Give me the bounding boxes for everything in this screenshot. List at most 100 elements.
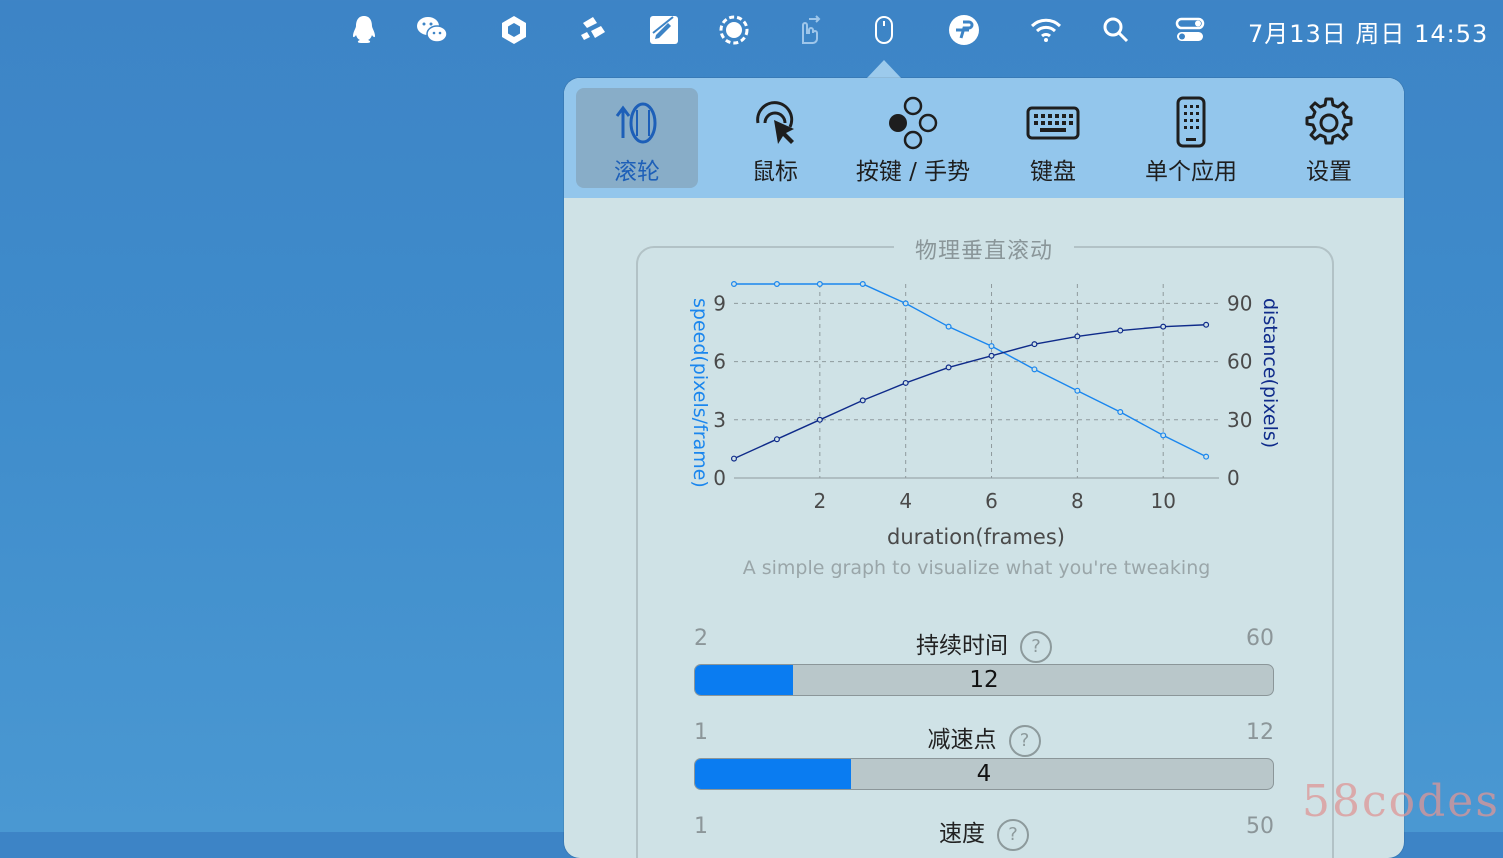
slider-max: 12 bbox=[1246, 720, 1274, 745]
data-point bbox=[730, 280, 737, 288]
x-tick-label: 6 bbox=[985, 489, 998, 513]
chart-series bbox=[730, 280, 1210, 462]
slider-label-text: 持续时间 bbox=[916, 633, 1008, 659]
slider-label-text: 速度 bbox=[939, 821, 985, 847]
data-point bbox=[1031, 341, 1038, 348]
tab-label: 设置 bbox=[1306, 159, 1352, 185]
x-tick-label: 8 bbox=[1071, 489, 1084, 513]
qq-icon[interactable] bbox=[346, 12, 382, 48]
menu-bar: 7月13日 周日 14:53 bbox=[0, 0, 1503, 60]
cursor-click-icon bbox=[756, 101, 794, 144]
tab-per-app[interactable]: 单个应用 bbox=[1130, 88, 1252, 188]
tab-label: 鼠标 bbox=[752, 159, 798, 185]
tab-settings[interactable]: 设置 bbox=[1268, 88, 1390, 188]
scroll-wheel-icon bbox=[615, 102, 657, 144]
data-point bbox=[859, 280, 866, 288]
slider-value: 12 bbox=[969, 667, 999, 693]
mouse-icon[interactable] bbox=[866, 12, 902, 48]
data-point bbox=[1160, 323, 1167, 330]
data-point bbox=[730, 455, 737, 462]
y-right-tick-label: 60 bbox=[1227, 350, 1252, 374]
data-point bbox=[1160, 432, 1167, 439]
data-point bbox=[1074, 387, 1081, 394]
menu-clock[interactable]: 7月13日 周日 14:53 bbox=[1248, 14, 1488, 49]
tab-bar: 滚轮 鼠标 按键 / 手势 键盘 单个应用 设置 bbox=[564, 78, 1404, 198]
tab-buttons-gestures[interactable]: 按键 / 手势 bbox=[852, 88, 974, 188]
buttons-gesture-icon bbox=[889, 96, 938, 150]
slider-label: 速度? bbox=[694, 814, 1274, 851]
chart-caption: A simple graph to visualize what you're … bbox=[742, 557, 1211, 579]
series-line bbox=[734, 283, 1207, 458]
y-left-tick-label: 6 bbox=[713, 350, 726, 374]
slider-label-text: 减速点 bbox=[927, 727, 997, 753]
y-right-tick-label: 90 bbox=[1227, 291, 1252, 315]
keyboard-icon bbox=[1026, 106, 1080, 140]
data-point bbox=[902, 300, 909, 307]
y-axis-right-label: distance(pixels) bbox=[1259, 298, 1281, 448]
popover-arrow bbox=[866, 60, 902, 79]
data-point bbox=[1203, 321, 1210, 328]
y-right-tick-label: 0 bbox=[1227, 466, 1240, 490]
chart-grid bbox=[734, 284, 1219, 479]
data-point bbox=[988, 352, 995, 359]
wifi-icon[interactable] bbox=[1028, 12, 1064, 48]
chart-ticks: 2 4 6 8 1003690306090 bbox=[713, 291, 1252, 513]
data-point bbox=[816, 416, 823, 423]
gear-icon bbox=[1305, 97, 1353, 145]
tab-label: 按键 / 手势 bbox=[855, 159, 971, 185]
settings-popover: 滚轮 鼠标 按键 / 手势 键盘 单个应用 设置 物理垂直滚动 2 4 6 8 … bbox=[564, 78, 1404, 858]
slider-max: 50 bbox=[1246, 814, 1274, 839]
tab-scroll[interactable]: 滚轮 bbox=[576, 88, 698, 188]
phone-app-icon bbox=[1176, 96, 1206, 148]
tab-label: 单个应用 bbox=[1145, 159, 1237, 185]
data-point bbox=[1074, 333, 1081, 340]
section-title: 物理垂直滚动 bbox=[894, 233, 1074, 265]
speed-distance-chart: 2 4 6 8 1003690306090 speed(pixels/frame) di… bbox=[689, 280, 1281, 549]
data-point bbox=[945, 323, 952, 330]
data-point bbox=[773, 280, 780, 288]
y-left-tick-label: 0 bbox=[713, 466, 726, 490]
data-point bbox=[1117, 327, 1124, 334]
tab-mouse[interactable]: 鼠标 bbox=[714, 88, 836, 188]
data-point bbox=[773, 436, 780, 443]
touch-hand-icon[interactable] bbox=[790, 12, 826, 48]
bolt-app-icon[interactable] bbox=[576, 12, 612, 48]
hexagon-app-icon[interactable] bbox=[496, 12, 532, 48]
x-axis-label: duration(frames) bbox=[887, 525, 1065, 549]
data-point bbox=[859, 397, 866, 404]
slider-label: 减速点? bbox=[694, 720, 1274, 757]
pin-app-icon[interactable] bbox=[946, 12, 982, 48]
y-left-tick-label: 9 bbox=[713, 291, 726, 315]
data-point bbox=[1117, 409, 1124, 416]
y-right-tick-label: 30 bbox=[1227, 408, 1252, 432]
help-icon[interactable]: ? bbox=[1020, 630, 1052, 663]
data-point bbox=[816, 280, 823, 288]
slider-value: 4 bbox=[976, 761, 992, 787]
data-point bbox=[945, 364, 952, 371]
data-point bbox=[1031, 366, 1038, 373]
y-left-tick-label: 3 bbox=[713, 408, 726, 432]
data-point bbox=[902, 379, 909, 386]
help-icon[interactable]: ? bbox=[1008, 724, 1041, 757]
slider-label: 持续时间? bbox=[694, 626, 1274, 663]
wechat-icon[interactable] bbox=[414, 12, 450, 48]
x-tick-label: 10 bbox=[1150, 489, 1175, 513]
watermark: 58codes bbox=[1302, 776, 1500, 827]
control-center-icon[interactable] bbox=[1172, 12, 1208, 48]
tab-label: 滚轮 bbox=[614, 159, 660, 185]
x-tick-label: 2 bbox=[813, 489, 826, 513]
slider-max: 60 bbox=[1246, 626, 1274, 651]
tab-keyboard[interactable]: 键盘 bbox=[992, 88, 1114, 188]
deceleration-slider[interactable]: 4 bbox=[694, 758, 1274, 790]
help-icon[interactable]: ? bbox=[997, 818, 1029, 851]
x-tick-label: 4 bbox=[899, 489, 912, 513]
y-axis-left-label: speed(pixels/frame) bbox=[689, 298, 711, 488]
data-point bbox=[988, 343, 995, 350]
data-point bbox=[1203, 453, 1210, 460]
duration-slider[interactable]: 12 bbox=[694, 664, 1274, 696]
series-line bbox=[733, 324, 1207, 460]
search-icon[interactable] bbox=[1098, 12, 1134, 48]
pencil-app-icon[interactable] bbox=[646, 12, 682, 48]
tab-label: 键盘 bbox=[1030, 159, 1076, 185]
record-app-icon[interactable] bbox=[716, 12, 752, 48]
